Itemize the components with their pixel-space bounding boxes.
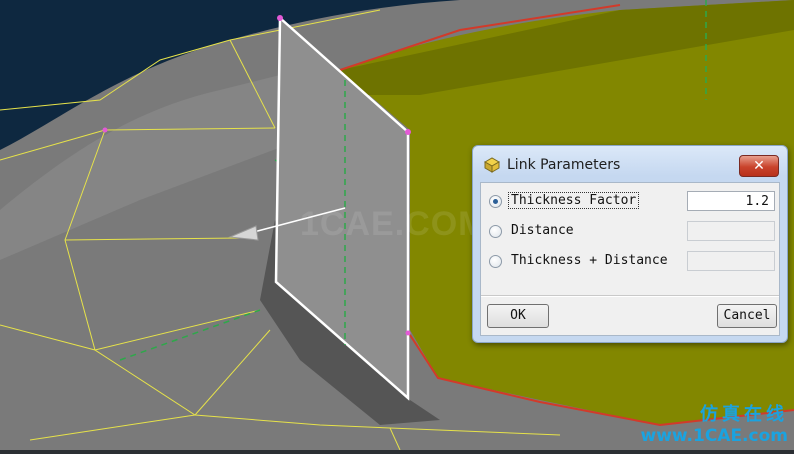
cancel-button[interactable]: Cancel	[717, 304, 777, 328]
option-thickness-plus-distance[interactable]: Thickness + Distance	[489, 251, 779, 275]
radio-distance[interactable]	[489, 225, 502, 238]
link-parameters-dialog: Link Parameters ✕ Thickness Factor 1.2 D…	[472, 145, 788, 343]
thickness-plus-distance-input	[687, 251, 775, 271]
site-logo: 仿真在线 www.1CAE.com	[641, 400, 789, 446]
radio-thickness-plus-distance[interactable]	[489, 255, 502, 268]
option-label-thickness-factor: Thickness Factor	[507, 192, 640, 209]
logo-url: www.1CAE.com	[640, 426, 789, 446]
option-label-thickness-plus-distance: Thickness + Distance	[511, 253, 668, 268]
link-icon	[483, 157, 501, 173]
ok-button[interactable]: OK	[487, 304, 549, 328]
option-label-distance: Distance	[511, 223, 574, 238]
option-thickness-factor[interactable]: Thickness Factor 1.2	[489, 191, 779, 215]
distance-input	[687, 221, 775, 241]
close-button[interactable]: ✕	[739, 155, 779, 177]
dialog-body: Thickness Factor 1.2 Distance Thickness …	[480, 182, 780, 336]
radio-thickness-factor[interactable]	[489, 195, 502, 208]
option-distance[interactable]: Distance	[489, 221, 779, 245]
separator	[481, 295, 779, 297]
dialog-title: Link Parameters	[507, 157, 621, 173]
dialog-titlebar[interactable]: Link Parameters ✕	[473, 146, 787, 182]
logo-chinese-text: 仿真在线	[700, 404, 788, 425]
thickness-factor-input[interactable]: 1.2	[687, 191, 775, 211]
watermark: 1CAE.COM	[300, 205, 488, 243]
